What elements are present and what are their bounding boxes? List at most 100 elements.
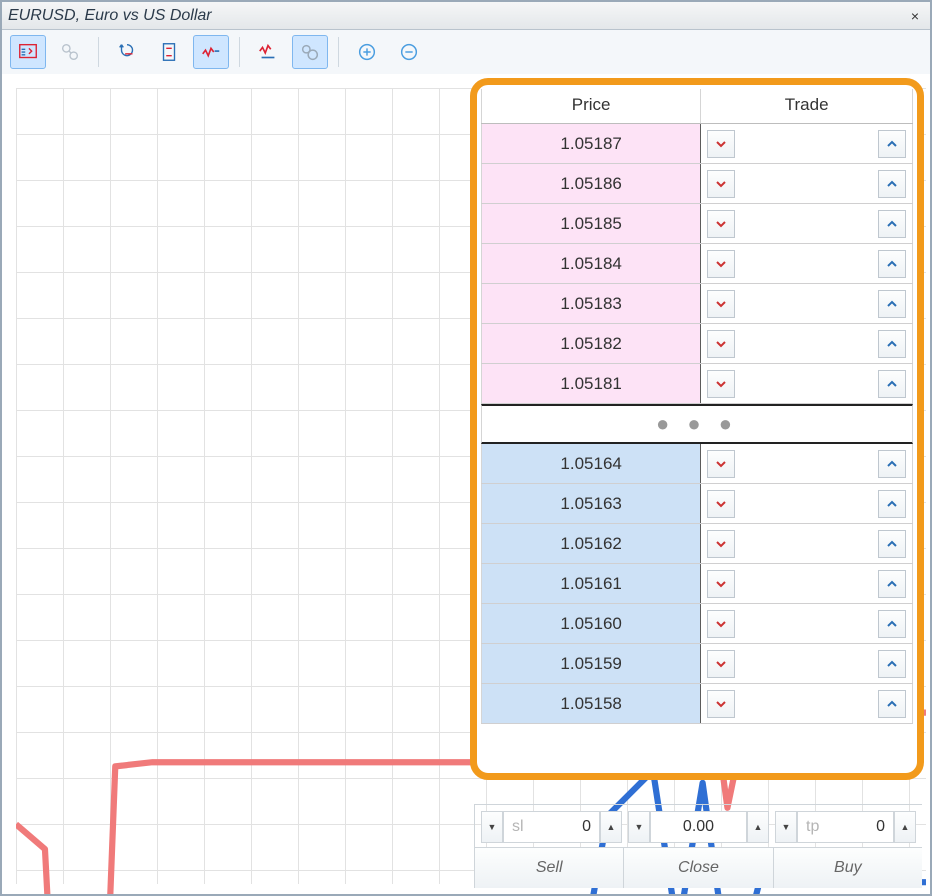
tp-value[interactable]: 0 <box>876 818 885 836</box>
trade-cell <box>701 284 913 323</box>
step-up-icon[interactable]: ▲ <box>894 811 916 843</box>
zoom-in-button[interactable] <box>349 35 385 69</box>
window: EURUSD, Euro vs US Dollar × <box>0 0 932 896</box>
price-cell: 1.05185 <box>481 204 701 243</box>
trade-buy-button[interactable] <box>878 530 906 558</box>
trade-sell-button[interactable] <box>707 130 735 158</box>
trade-sell-button[interactable] <box>707 210 735 238</box>
trade-buy-button[interactable] <box>878 130 906 158</box>
dom-row[interactable]: 1.05161 <box>481 564 913 604</box>
price-cell: 1.05158 <box>481 684 701 723</box>
trade-cell <box>701 484 913 523</box>
sl-prefix: sl <box>512 818 524 836</box>
trade-sell-button[interactable] <box>707 690 735 718</box>
dom-row[interactable]: 1.05186 <box>481 164 913 204</box>
price-cell: 1.05181 <box>481 364 701 403</box>
trade-buy-button[interactable] <box>878 370 906 398</box>
trade-cell <box>701 124 913 163</box>
chart-tick-shift-button[interactable] <box>250 35 286 69</box>
buy-button[interactable]: Buy <box>774 848 922 888</box>
trade-cell <box>701 524 913 563</box>
trade-cell <box>701 604 913 643</box>
trade-cell <box>701 564 913 603</box>
trade-buy-button[interactable] <box>878 490 906 518</box>
trade-sell-button[interactable] <box>707 570 735 598</box>
step-up-icon[interactable]: ▲ <box>747 811 769 843</box>
dom-row[interactable]: 1.05184 <box>481 244 913 284</box>
trade-sell-button[interactable] <box>707 370 735 398</box>
bubble-button[interactable] <box>292 35 328 69</box>
trade-buy-button[interactable] <box>878 210 906 238</box>
trade-sell-button[interactable] <box>707 170 735 198</box>
trade-cell <box>701 164 913 203</box>
trade-sell-button[interactable] <box>707 450 735 478</box>
trade-buy-button[interactable] <box>878 450 906 478</box>
trade-buy-button[interactable] <box>878 610 906 638</box>
snap-button[interactable] <box>151 35 187 69</box>
dom-row[interactable]: 1.05164 <box>481 444 913 484</box>
trade-cell <box>701 684 913 723</box>
price-cell: 1.05161 <box>481 564 701 603</box>
trade-buy-button[interactable] <box>878 250 906 278</box>
trade-buy-button[interactable] <box>878 650 906 678</box>
zoom-out-button[interactable] <box>391 35 427 69</box>
trade-buy-button[interactable] <box>878 290 906 318</box>
dom-row[interactable]: 1.05183 <box>481 284 913 324</box>
dom-spread-gap: ● ● ● <box>481 404 913 444</box>
dom-row[interactable]: 1.05159 <box>481 644 913 684</box>
price-cell: 1.05164 <box>481 444 701 483</box>
price-cell: 1.05182 <box>481 324 701 363</box>
trade-sell-button[interactable] <box>707 650 735 678</box>
trade-cell <box>701 644 913 683</box>
price-cell: 1.05159 <box>481 644 701 683</box>
col-price: Price <box>481 89 701 123</box>
dom-row[interactable]: 1.05185 <box>481 204 913 244</box>
link-button[interactable] <box>52 35 88 69</box>
close-button[interactable]: Close <box>624 848 773 888</box>
trade-cell <box>701 324 913 363</box>
price-cell: 1.05183 <box>481 284 701 323</box>
dom-row[interactable]: 1.05160 <box>481 604 913 644</box>
dropdown-icon[interactable]: ▼ <box>628 811 650 843</box>
close-icon[interactable]: × <box>906 7 924 25</box>
depth-of-market-panel: Price Trade 1.051871.051861.051851.05184… <box>470 78 924 780</box>
tp-spinner[interactable]: ▼ tp 0 ▲ <box>775 811 916 843</box>
trade-cell <box>701 244 913 283</box>
lot-spinner[interactable]: ▼ 0.00 ▲ <box>628 811 769 843</box>
lot-value[interactable]: 0.00 <box>683 818 714 836</box>
col-trade: Trade <box>701 89 913 123</box>
window-title: EURUSD, Euro vs US Dollar <box>8 7 212 25</box>
dropdown-icon[interactable]: ▼ <box>481 811 503 843</box>
chart-tick-button[interactable] <box>193 35 229 69</box>
dom-header: Price Trade <box>481 89 913 124</box>
trade-buy-button[interactable] <box>878 330 906 358</box>
refresh-button[interactable] <box>109 35 145 69</box>
dom-row[interactable]: 1.05162 <box>481 524 913 564</box>
dom-row[interactable]: 1.05158 <box>481 684 913 724</box>
toolbar <box>2 30 930 74</box>
trade-sell-button[interactable] <box>707 530 735 558</box>
dom-row[interactable]: 1.05163 <box>481 484 913 524</box>
dom-row[interactable]: 1.05182 <box>481 324 913 364</box>
price-cell: 1.05163 <box>481 484 701 523</box>
trade-buy-button[interactable] <box>878 690 906 718</box>
sl-value[interactable]: 0 <box>582 818 591 836</box>
dom-row[interactable]: 1.05181 <box>481 364 913 404</box>
trade-buy-button[interactable] <box>878 570 906 598</box>
order-controls: ▼ sl 0 ▲ ▼ 0.00 ▲ ▼ t <box>474 804 922 888</box>
trade-cell <box>701 364 913 403</box>
trade-sell-button[interactable] <box>707 330 735 358</box>
price-cell: 1.05187 <box>481 124 701 163</box>
trade-sell-button[interactable] <box>707 250 735 278</box>
trade-sell-button[interactable] <box>707 490 735 518</box>
dom-row[interactable]: 1.05187 <box>481 124 913 164</box>
trade-sell-button[interactable] <box>707 290 735 318</box>
trade-buy-button[interactable] <box>878 170 906 198</box>
sell-button[interactable]: Sell <box>475 848 624 888</box>
sl-spinner[interactable]: ▼ sl 0 ▲ <box>481 811 622 843</box>
dom-toggle-button[interactable] <box>10 35 46 69</box>
price-cell: 1.05160 <box>481 604 701 643</box>
trade-sell-button[interactable] <box>707 610 735 638</box>
dropdown-icon[interactable]: ▼ <box>775 811 797 843</box>
step-up-icon[interactable]: ▲ <box>600 811 622 843</box>
